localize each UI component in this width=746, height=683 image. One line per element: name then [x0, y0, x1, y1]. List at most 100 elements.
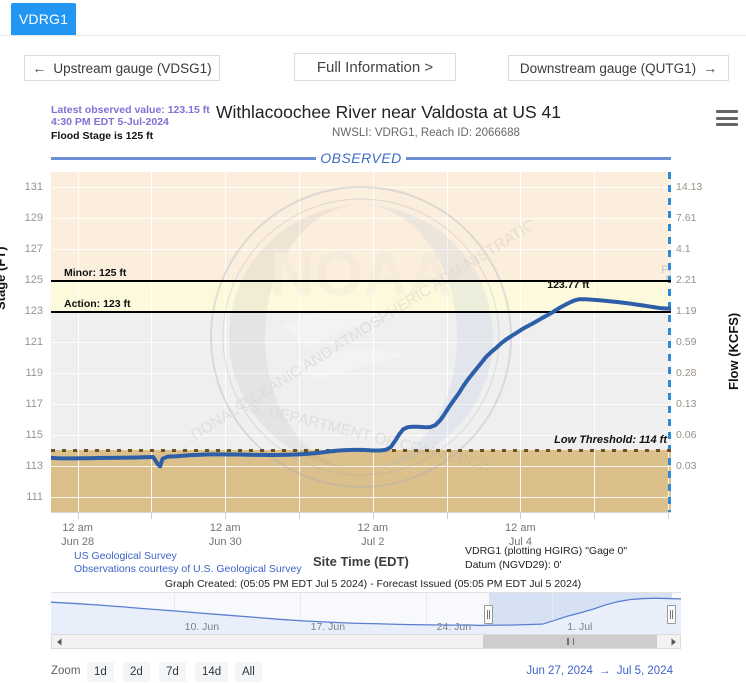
stage-axis-tick: 125	[24, 274, 43, 287]
date-range-arrow-icon: →	[599, 665, 611, 677]
navigator-handle-right[interactable]	[667, 605, 677, 624]
time-axis-tick-date: Jun 28	[61, 536, 95, 548]
time-axis-tickmark-minor	[446, 512, 448, 519]
range-navigator[interactable]: 10. Jun 17. Jun 24. Jun 1. Jul	[51, 592, 681, 636]
time-axis-tickmark-minor	[667, 512, 669, 519]
menu-bar-1	[716, 110, 738, 113]
time-axis-tickmark	[372, 512, 374, 519]
stage-axis-title: Stage (FT)	[0, 246, 8, 310]
page-subtitle: NWSLI: VDRG1, Reach ID: 2066688	[332, 127, 520, 139]
stage-hydrograph-plot[interactable]: NOAA NATIONAL OCEANIC AND ATMOSPHERIC AD…	[51, 172, 671, 512]
legend-line-right	[405, 156, 672, 160]
stage-axis-tick: 111	[26, 490, 43, 503]
zoom-controls: Zoom Jun 27, 2024 → Jul 5, 2024 1d 2d 7d 14…	[51, 662, 681, 683]
arrow-right-icon: →	[703, 60, 718, 76]
stage-axis-tick: 123	[24, 305, 43, 318]
time-axis-tick-date: Jul 2	[361, 536, 385, 548]
flow-axis: 14.13 7.61 4.1 2.21 1.19 0.59 0.28 0.13 0.06 0.03	[672, 172, 718, 512]
stage-axis: 131 129 127 125 123 121 119 117 115 113 111	[0, 172, 49, 512]
observed-stage-series	[51, 297, 671, 469]
menu-bar-3	[716, 123, 738, 126]
time-axis-tickmark	[520, 512, 522, 519]
scrollbar-track[interactable]	[66, 635, 666, 648]
zoom-button-1d[interactable]: 1d	[87, 662, 114, 682]
observed-timestamp: 4:30 PM EDT 5-Jul-2024	[51, 116, 169, 128]
scrollbar-thumb[interactable]	[483, 635, 657, 648]
flood-stage-text: Flood Stage is 125 ft	[51, 130, 154, 142]
zoom-button-2d[interactable]: 2d	[123, 662, 150, 682]
time-axis-tick-date: Jun 30	[208, 536, 242, 548]
zoom-button-All[interactable]: All	[235, 662, 262, 682]
flow-axis-tick: 1.19	[676, 305, 697, 318]
time-axis-tick-time: 12 am	[357, 522, 389, 534]
time-axis-tick-time: 12 am	[505, 522, 536, 534]
time-axis-tick-label: 12 am Jul 2	[357, 521, 388, 549]
peak-value-label: 123.77 ft	[547, 279, 590, 292]
date-range-start: Jun 27, 2024	[526, 665, 593, 677]
zoom-label: Zoom	[51, 665, 81, 677]
navigator-x-label: 10. Jun	[184, 621, 220, 633]
upstream-gauge-button[interactable]: ← Upstream gauge (VDSG1)	[24, 55, 220, 81]
stage-axis-tick: 119	[25, 366, 43, 379]
time-axis-tick-label: 12 am Jun 30	[209, 521, 242, 549]
scroll-left-button[interactable]	[52, 635, 66, 648]
datum-line2: Datum (NGVD29): 0'	[465, 559, 562, 571]
navigator-handle-left[interactable]	[484, 605, 494, 624]
usgs-credit: US Geological Survey Observations courte…	[74, 550, 302, 575]
navigator-x-label: 1. Jul	[567, 621, 593, 633]
arrow-left-icon: ←	[32, 60, 47, 76]
stage-axis-tick: 115	[25, 428, 43, 441]
navigator-x-label: 17. Jun	[310, 621, 346, 633]
legend-line-left	[51, 156, 317, 160]
hamburger-menu-icon[interactable]	[716, 110, 738, 126]
zoom-button-7d[interactable]: 7d	[159, 662, 186, 682]
flow-axis-tick: 0.59	[676, 336, 697, 348]
menu-bar-2	[716, 116, 738, 120]
stage-axis-tick: 117	[25, 397, 43, 410]
gauge-chart-page: VDRG1 ← Upstream gauge (VDSG1) Full Info…	[0, 0, 746, 683]
header-divider	[0, 35, 746, 36]
stage-axis-tick: 113	[25, 459, 43, 472]
time-axis-tickmark-minor	[299, 512, 300, 519]
flow-axis-title: Flow (KCFS)	[726, 312, 741, 390]
flow-axis-tick: 14.13	[676, 181, 703, 194]
stage-axis-tick: 127	[24, 243, 43, 256]
downstream-gauge-label: Downstream gauge (QUTG1)	[519, 60, 697, 76]
date-range-display[interactable]: Jun 27, 2024 → Jul 5, 2024	[526, 665, 673, 677]
flow-axis-tick: 0.06	[676, 428, 697, 441]
datum-info: VDRG1 (plotting HGIRG) "Gage 0" Datum (N…	[465, 544, 627, 572]
gauge-navigation-row: ← Upstream gauge (VDSG1) Full Informatio…	[0, 53, 746, 85]
stage-axis-tick: 131	[24, 181, 43, 194]
flow-axis-tick: 7.61	[676, 212, 697, 225]
full-information-button[interactable]: Full Information >	[294, 53, 456, 81]
usgs-credit-line2: Observations courtesy of U.S. Geological…	[74, 562, 302, 575]
zoom-button-14d[interactable]: 14d	[195, 662, 229, 682]
time-axis-tickmark-minor	[151, 512, 153, 519]
downstream-gauge-button[interactable]: Downstream gauge (QUTG1) →	[508, 55, 729, 81]
page-title: Withlacoochee River near Valdosta at US …	[216, 102, 561, 122]
stage-axis-tick: 129	[24, 212, 43, 225]
latest-observed-value: Latest observed value: 123.15 ft	[51, 104, 210, 116]
time-axis-tick-label: 12 am Jun 28	[61, 521, 94, 549]
stage-axis-tick: 121	[24, 336, 43, 348]
flow-axis-tick: 0.03	[676, 459, 697, 472]
latest-observation-block: Latest observed value: 123.15 ft 4:30 PM…	[51, 104, 221, 143]
observed-legend: OBSERVED	[51, 150, 672, 166]
time-axis-tickmark-minor	[594, 512, 596, 519]
time-axis-tickmark	[77, 512, 79, 519]
time-axis-tick-time: 12 am	[209, 522, 241, 534]
navigator-scrollbar[interactable]	[51, 634, 681, 649]
datum-line1: VDRG1 (plotting HGIRG) "Gage 0"	[465, 545, 628, 557]
upstream-gauge-label: Upstream gauge (VDSG1)	[53, 60, 212, 76]
legend-observed-label: OBSERVED	[320, 150, 402, 166]
gauge-id-badge[interactable]: VDRG1	[11, 3, 76, 35]
flow-axis-tick: 2.21	[676, 274, 697, 287]
scroll-right-button[interactable]	[666, 635, 680, 648]
graph-created-text: Graph Created: (05:05 PM EDT Jul 5 2024)…	[164, 578, 582, 590]
time-axis-title: Site Time (EDT)	[313, 554, 409, 569]
flow-axis-tick: 4.1	[676, 243, 691, 256]
date-range-end: Jul 5, 2024	[616, 665, 673, 677]
navigator-x-label: 24. Jun	[436, 621, 472, 633]
usgs-credit-line1: US Geological Survey	[74, 550, 177, 562]
time-axis-tick-time: 12 am	[62, 522, 93, 534]
